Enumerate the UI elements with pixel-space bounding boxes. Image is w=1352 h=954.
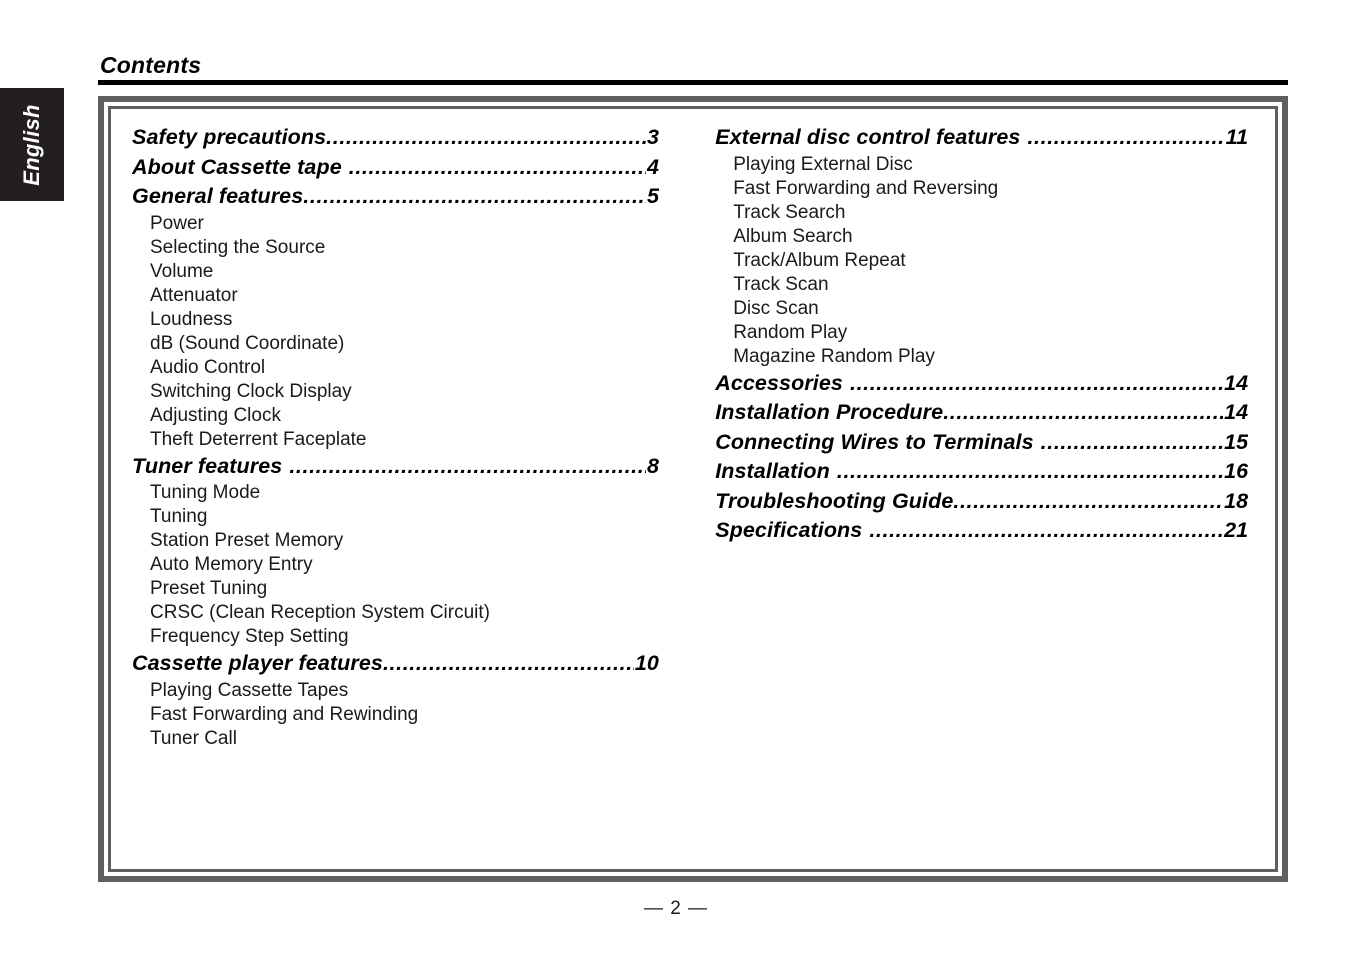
- toc-leader-dots: ........................................…: [953, 488, 1224, 513]
- toc-entry-label: Tuner features: [132, 453, 283, 478]
- toc-leader-dots: ........................................…: [836, 459, 1224, 483]
- toc-entry-about-cassette-tape[interactable]: About Cassette tape.....................…: [132, 153, 659, 183]
- toc-page-number: 14: [1224, 370, 1249, 395]
- toc-leader-dots: ........................................…: [382, 651, 634, 675]
- toc-subentry-random-play[interactable]: Random Play: [715, 321, 1275, 345]
- toc-leader-dots: ........................................…: [326, 125, 646, 149]
- toc-subentry-album-search[interactable]: Album Search: [715, 225, 1275, 249]
- toc-entry-label: Installation Procedure: [715, 400, 944, 424]
- toc-entry-cassette-player-features[interactable]: Cassette player features................…: [132, 649, 659, 679]
- toc-entry-label: General features: [132, 184, 304, 208]
- page-title: Contents: [100, 52, 202, 78]
- toc-subentry-tuner-call[interactable]: Tuner Call: [132, 727, 705, 751]
- toc-leader-dots: ........................................…: [869, 518, 1224, 542]
- toc-right-column: External disc control features..........…: [705, 109, 1275, 869]
- toc-left-column: Safety precautions......................…: [111, 109, 705, 869]
- toc-subentry-fast-forwarding-and-rewinding[interactable]: Fast Forwarding and Rewinding: [132, 703, 705, 727]
- toc-entry-label: Connecting Wires to Terminals: [715, 429, 1034, 454]
- toc-subentry-adjusting-clock[interactable]: Adjusting Clock: [132, 404, 705, 428]
- page-footer: — 2 —: [643, 898, 709, 919]
- toc-entry-label: Installation: [715, 459, 830, 483]
- toc-page-number: 21: [1224, 518, 1249, 542]
- language-tab-english: English: [0, 88, 64, 201]
- toc-page-number: 5: [646, 184, 659, 208]
- toc-page-number: 14: [1224, 400, 1249, 424]
- contents-outer-frame: Safety precautions......................…: [98, 96, 1288, 882]
- toc-subentry-frequency-step-setting[interactable]: Frequency Step Setting: [132, 625, 705, 649]
- toc-entry-label: Specifications: [715, 518, 863, 542]
- toc-page-number: 4: [646, 154, 659, 179]
- toc-subentry-selecting-the-source[interactable]: Selecting the Source: [132, 236, 705, 260]
- toc-subentry-crsc-clean-reception-system-circuit[interactable]: CRSC (Clean Reception System Circuit): [132, 601, 705, 625]
- toc-leader-dots: ........................................…: [943, 400, 1223, 424]
- toc-subentry-tuning[interactable]: Tuning: [132, 505, 705, 529]
- toc-leader-dots: ........................................…: [1040, 429, 1224, 454]
- toc-subentry-preset-tuning[interactable]: Preset Tuning: [132, 577, 705, 601]
- toc-page-number: 10: [634, 651, 659, 675]
- toc-page-number: 11: [1225, 125, 1249, 149]
- toc-subentry-switching-clock-display[interactable]: Switching Clock Display: [132, 380, 705, 404]
- toc-columns: Safety precautions......................…: [111, 109, 1275, 869]
- toc-entry-label: Accessories: [715, 370, 843, 395]
- toc-entry-connecting-wires-to-terminals[interactable]: Connecting Wires to Terminals...........…: [715, 428, 1248, 458]
- toc-entry-accessories[interactable]: Accessories.............................…: [715, 369, 1248, 399]
- toc-entry-label: About Cassette tape: [132, 154, 342, 179]
- toc-subentry-fast-forwarding-and-reversing[interactable]: Fast Forwarding and Reversing: [715, 177, 1275, 201]
- toc-leader-dots: ........................................…: [850, 370, 1223, 395]
- toc-subentry-db-sound-coordinate[interactable]: dB (Sound Coordinate): [132, 332, 705, 356]
- toc-subentry-track-scan[interactable]: Track Scan: [715, 273, 1275, 297]
- toc-subentry-volume[interactable]: Volume: [132, 260, 705, 284]
- toc-subentry-theft-deterrent-faceplate[interactable]: Theft Deterrent Faceplate: [132, 428, 705, 452]
- toc-page-number: 16: [1224, 459, 1249, 483]
- toc-entry-general-features[interactable]: General features........................…: [132, 182, 659, 212]
- toc-leader-dots: ........................................…: [303, 184, 646, 208]
- contents-inner-frame: Safety precautions......................…: [108, 106, 1278, 872]
- toc-entry-installation[interactable]: Installation............................…: [715, 457, 1248, 487]
- toc-entry-specifications[interactable]: Specifications..........................…: [715, 516, 1248, 546]
- toc-page-number: 15: [1224, 429, 1249, 454]
- toc-leader-dots: ........................................…: [1027, 125, 1225, 149]
- toc-entry-label: Troubleshooting Guide: [715, 488, 954, 513]
- title-underline-rule: [98, 80, 1288, 85]
- toc-entry-tuner-features[interactable]: Tuner features..........................…: [132, 452, 659, 482]
- toc-entry-label: Safety precautions: [132, 125, 327, 149]
- toc-entry-installation-procedure[interactable]: Installation Procedure..................…: [715, 398, 1248, 428]
- toc-leader-dots: ........................................…: [289, 453, 646, 478]
- toc-subentry-tuning-mode[interactable]: Tuning Mode: [132, 481, 705, 505]
- language-tab-label: English: [19, 103, 44, 186]
- toc-entry-safety-precautions[interactable]: Safety precautions......................…: [132, 123, 659, 153]
- toc-subentry-track-album-repeat[interactable]: Track/Album Repeat: [715, 249, 1275, 273]
- toc-subentry-playing-cassette-tapes[interactable]: Playing Cassette Tapes: [132, 679, 705, 703]
- toc-subentry-disc-scan[interactable]: Disc Scan: [715, 297, 1275, 321]
- toc-entry-label: Cassette player features: [132, 651, 383, 675]
- toc-subentry-station-preset-memory[interactable]: Station Preset Memory: [132, 529, 705, 553]
- toc-subentry-loudness[interactable]: Loudness: [132, 308, 705, 332]
- toc-subentry-attenuator[interactable]: Attenuator: [132, 284, 705, 308]
- toc-subentry-audio-control[interactable]: Audio Control: [132, 356, 705, 380]
- toc-page-number: 18: [1224, 488, 1249, 513]
- toc-entry-external-disc-control-features[interactable]: External disc control features..........…: [715, 123, 1248, 153]
- toc-page-number: 3: [646, 125, 659, 149]
- toc-subentry-auto-memory-entry[interactable]: Auto Memory Entry: [132, 553, 705, 577]
- toc-subentry-playing-external-disc[interactable]: Playing External Disc: [715, 153, 1275, 177]
- toc-page-number: 8: [646, 453, 659, 478]
- toc-subentry-magazine-random-play[interactable]: Magazine Random Play: [715, 345, 1275, 369]
- toc-subentry-track-search[interactable]: Track Search: [715, 201, 1275, 225]
- toc-subentry-power[interactable]: Power: [132, 212, 705, 236]
- toc-leader-dots: ........................................…: [348, 154, 646, 179]
- toc-entry-troubleshooting-guide[interactable]: Troubleshooting Guide...................…: [715, 487, 1248, 517]
- toc-entry-label: External disc control features: [715, 125, 1021, 149]
